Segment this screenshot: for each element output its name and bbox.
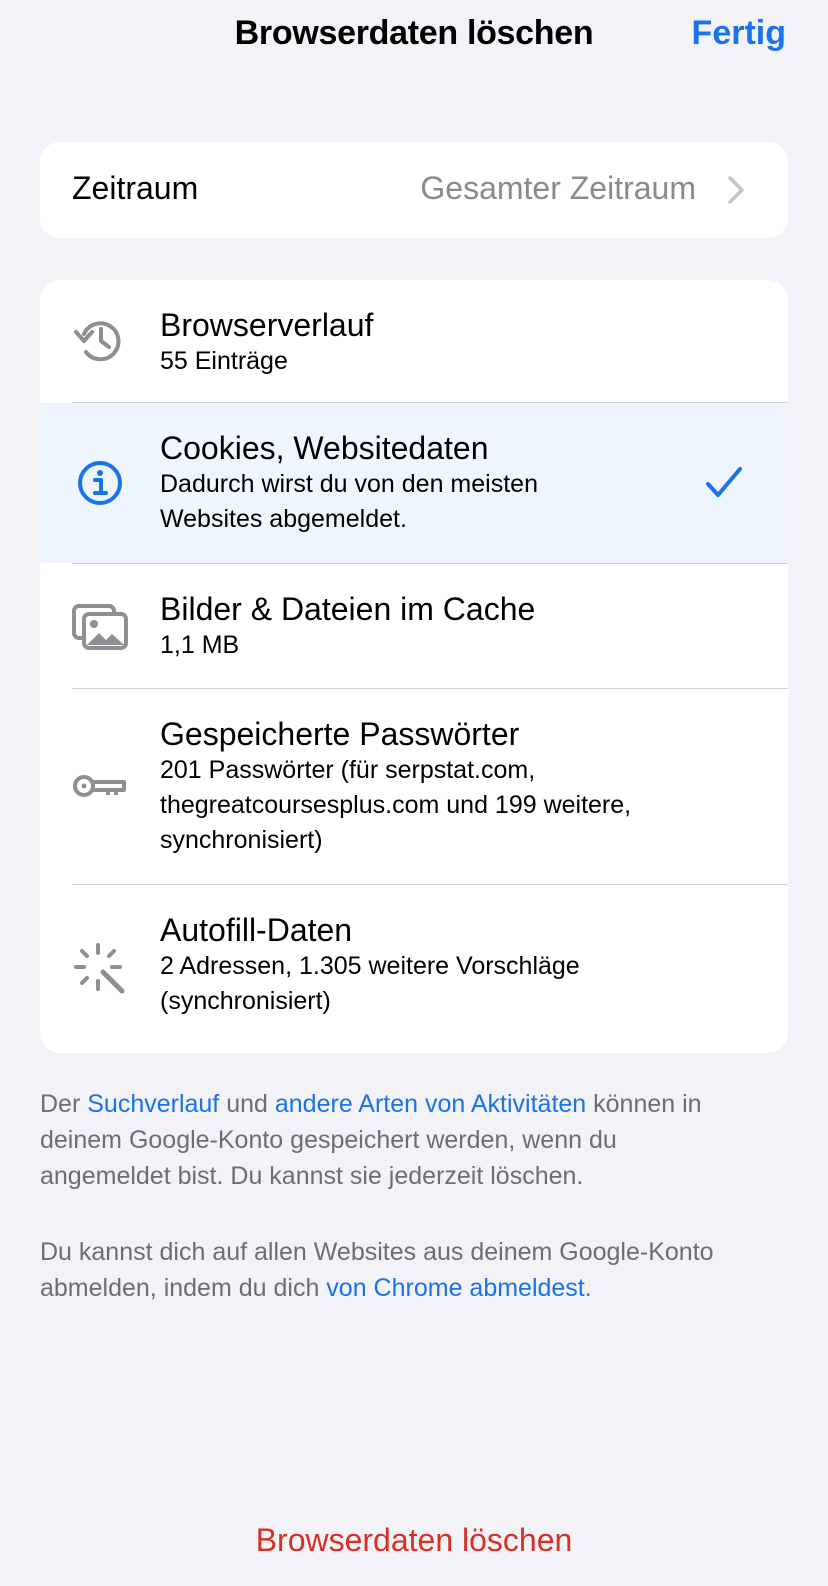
- sign-out-chrome-link[interactable]: von Chrome abmeldest: [326, 1274, 584, 1302]
- item-title: Browserverlauf: [160, 307, 374, 343]
- time-range-label: Zeitraum: [72, 170, 199, 206]
- list-item-saved-passwords[interactable]: Gespeicherte Passwörter 201 Passwörter (…: [40, 689, 788, 884]
- item-subtitle: 55 Einträge: [160, 347, 288, 375]
- list-item-autofill[interactable]: Autofill-Daten 2 Adressen, 1.305 weitere…: [40, 885, 788, 1053]
- item-title: Bilder & Dateien im Cache: [160, 591, 536, 627]
- checkmark-icon: [706, 467, 742, 497]
- clear-data-button[interactable]: Browserdaten löschen: [0, 1522, 828, 1559]
- list-item-cached-images[interactable]: Bilder & Dateien im Cache 1,1 MB: [40, 564, 788, 688]
- key-icon: [73, 775, 126, 797]
- sparkle-icon: [74, 943, 125, 994]
- list-item-cookies[interactable]: Cookies, Websitedaten Dadurch wirst du v…: [40, 403, 788, 563]
- history-icon: [74, 321, 121, 362]
- item-title: Cookies, Websitedaten: [160, 430, 489, 466]
- nav-header: Browserdaten löschen Fertig: [0, 0, 828, 76]
- done-button[interactable]: Fertig: [692, 14, 786, 53]
- item-subtitle: 2 Adressen, 1.305 weitere Vorschläge (sy…: [160, 952, 580, 1015]
- item-subtitle: Dadurch wirst du von den meisten Website…: [160, 470, 538, 533]
- other-activity-link[interactable]: andere Arten von Aktivitäten: [275, 1090, 586, 1118]
- time-range-row[interactable]: Zeitraum Gesamter Zeitraum: [40, 142, 788, 238]
- item-subtitle: 201 Passwörter (für serpstat.com, thegre…: [160, 756, 632, 854]
- item-title: Autofill-Daten: [160, 912, 353, 948]
- clear-browsing-data-screen: Browserdaten löschen Fertig Zeitraum Ges…: [0, 0, 828, 1586]
- data-types-card: Browserverlauf 55 Einträge Cookies, Webs…: [40, 280, 788, 1053]
- list-item-browsing-history[interactable]: Browserverlauf 55 Einträge: [40, 280, 788, 402]
- time-range-value: Gesamter Zeitraum: [420, 170, 696, 206]
- images-icon: [72, 604, 128, 650]
- footer-sign-out-note: Du kannst dich auf allen Websites aus de…: [40, 1238, 714, 1302]
- item-title: Gespeicherte Passwörter: [160, 716, 520, 752]
- item-subtitle: 1,1 MB: [160, 631, 240, 659]
- time-range-card: Zeitraum Gesamter Zeitraum: [40, 142, 788, 238]
- chevron-right-icon: [728, 176, 744, 204]
- footer-google-account-note: Der Suchverlauf und andere Arten von Akt…: [40, 1090, 702, 1190]
- search-history-link[interactable]: Suchverlauf: [87, 1090, 219, 1118]
- info-icon: [78, 461, 122, 505]
